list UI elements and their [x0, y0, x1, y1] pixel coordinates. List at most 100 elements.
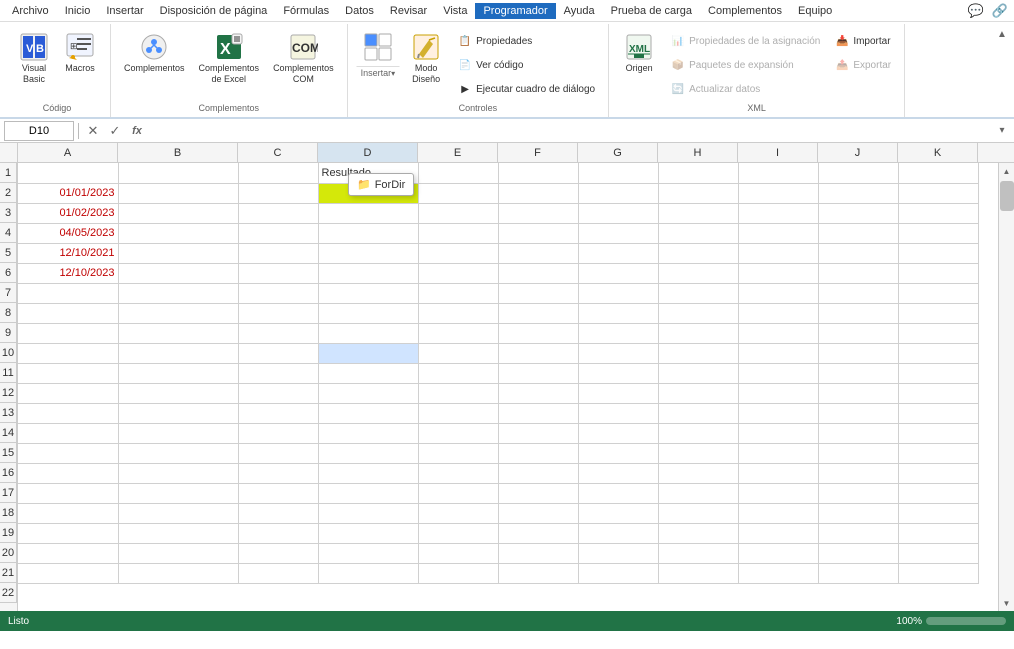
row-header-21[interactable]: 21 — [0, 563, 17, 583]
cancel-formula-button[interactable]: ✕ — [83, 121, 103, 141]
cell-d6[interactable] — [318, 263, 418, 283]
cell-g6[interactable] — [578, 263, 658, 283]
cell-c2[interactable] — [238, 183, 318, 203]
cell-h2[interactable] — [658, 183, 738, 203]
menu-datos[interactable]: Datos — [337, 3, 382, 19]
cell-g5[interactable] — [578, 243, 658, 263]
cell-i3[interactable] — [738, 203, 818, 223]
row-header-19[interactable]: 19 — [0, 523, 17, 543]
cell-d5[interactable] — [318, 243, 418, 263]
cell-b2[interactable] — [118, 183, 238, 203]
cell-i5[interactable] — [738, 243, 818, 263]
cell-f5[interactable] — [498, 243, 578, 263]
cell-a7[interactable] — [18, 283, 118, 303]
menu-formulas[interactable]: Fórmulas — [275, 3, 337, 19]
cell-a3[interactable]: 01/02/2023 — [18, 203, 118, 223]
cell-c6[interactable] — [238, 263, 318, 283]
row-header-22[interactable]: 22 — [0, 583, 17, 603]
scroll-thumb-vertical[interactable] — [1000, 181, 1014, 211]
cell-g4[interactable] — [578, 223, 658, 243]
cell-f1[interactable] — [498, 163, 578, 183]
paquetes-button[interactable]: 📦 Paquetes de expansión — [665, 54, 825, 76]
cell-j4[interactable] — [818, 223, 898, 243]
share-icon[interactable]: 🔗 — [990, 1, 1010, 21]
cell-f3[interactable] — [498, 203, 578, 223]
complementos-button[interactable]: Complementos — [119, 28, 190, 76]
modo-diseno-button[interactable]: ModoDiseño — [404, 28, 448, 88]
col-header-f[interactable]: F — [498, 143, 578, 163]
actualizar-button[interactable]: 🔄 Actualizar datos — [665, 78, 825, 100]
col-header-k[interactable]: K — [898, 143, 978, 163]
cell-a6[interactable]: 12/10/2023 — [18, 263, 118, 283]
ribbon-collapse-button[interactable]: ▲ — [994, 26, 1010, 42]
chat-icon[interactable]: 💬 — [966, 1, 986, 21]
cell-d10[interactable] — [318, 343, 418, 363]
cell-e3[interactable] — [418, 203, 498, 223]
col-header-b[interactable]: B — [118, 143, 238, 163]
name-box[interactable] — [4, 121, 74, 141]
cell-j3[interactable] — [818, 203, 898, 223]
formula-expand-button[interactable]: ▾ — [994, 121, 1010, 141]
cell-h5[interactable] — [658, 243, 738, 263]
scroll-up-button[interactable]: ▲ — [999, 163, 1014, 179]
col-header-a[interactable]: A — [18, 143, 118, 163]
zoom-slider[interactable] — [926, 617, 1006, 625]
cell-k2[interactable] — [898, 183, 978, 203]
cell-f4[interactable] — [498, 223, 578, 243]
cell-h1[interactable] — [658, 163, 738, 183]
cell-e2[interactable] — [418, 183, 498, 203]
cell-c1[interactable] — [238, 163, 318, 183]
cell-c5[interactable] — [238, 243, 318, 263]
cell-k1[interactable] — [898, 163, 978, 183]
cell-j6[interactable] — [818, 263, 898, 283]
cell-a1[interactable] — [18, 163, 118, 183]
cell-b5[interactable] — [118, 243, 238, 263]
row-header-20[interactable]: 20 — [0, 543, 17, 563]
cell-e4[interactable] — [418, 223, 498, 243]
cell-a5[interactable]: 12/10/2021 — [18, 243, 118, 263]
row-header-10[interactable]: 10 — [0, 343, 17, 363]
row-header-5[interactable]: 5 — [0, 243, 17, 263]
cell-e1[interactable] — [418, 163, 498, 183]
row-header-12[interactable]: 12 — [0, 383, 17, 403]
visual-basic-button[interactable]: V B VisualBasic — [12, 28, 56, 88]
menu-vista[interactable]: Vista — [435, 3, 475, 19]
propiedades-asignacion-button[interactable]: 📊 Propiedades de la asignación — [665, 30, 825, 52]
cell-j5[interactable] — [818, 243, 898, 263]
row-header-6[interactable]: 6 — [0, 263, 17, 283]
menu-archivo[interactable]: Archivo — [4, 3, 57, 19]
cell-i1[interactable] — [738, 163, 818, 183]
cell-g1[interactable] — [578, 163, 658, 183]
ejecutar-button[interactable]: ▶ Ejecutar cuadro de diálogo — [452, 78, 600, 100]
ver-codigo-button[interactable]: 📄 Ver código — [452, 54, 600, 76]
row-header-8[interactable]: 8 — [0, 303, 17, 323]
cell-d4[interactable] — [318, 223, 418, 243]
row-header-3[interactable]: 3 — [0, 203, 17, 223]
exportar-button[interactable]: 📤 Exportar — [829, 54, 896, 76]
confirm-formula-button[interactable]: ✓ — [105, 121, 125, 141]
cell-f6[interactable] — [498, 263, 578, 283]
cell-a2[interactable]: 01/01/2023 — [18, 183, 118, 203]
menu-ayuda[interactable]: Ayuda — [556, 3, 603, 19]
grid-scroll[interactable]: Resultado 01/01/2023 — [18, 163, 998, 611]
vertical-scrollbar[interactable]: ▲ ▼ — [998, 163, 1014, 611]
complementos-excel-button[interactable]: X Complementosde Excel — [194, 28, 265, 88]
cell-a9[interactable] — [18, 323, 118, 343]
cell-a4[interactable]: 04/05/2023 — [18, 223, 118, 243]
row-header-9[interactable]: 9 — [0, 323, 17, 343]
cell-i6[interactable] — [738, 263, 818, 283]
col-header-e[interactable]: E — [418, 143, 498, 163]
row-header-13[interactable]: 13 — [0, 403, 17, 423]
cell-h4[interactable] — [658, 223, 738, 243]
col-header-i[interactable]: I — [738, 143, 818, 163]
cell-b3[interactable] — [118, 203, 238, 223]
cell-c3[interactable] — [238, 203, 318, 223]
row-header-4[interactable]: 4 — [0, 223, 17, 243]
cell-g3[interactable] — [578, 203, 658, 223]
insert-function-button[interactable]: fx — [127, 121, 147, 141]
cell-k5[interactable] — [898, 243, 978, 263]
col-header-j[interactable]: J — [818, 143, 898, 163]
col-header-g[interactable]: G — [578, 143, 658, 163]
menu-insertar[interactable]: Insertar — [98, 3, 151, 19]
cell-j2[interactable] — [818, 183, 898, 203]
